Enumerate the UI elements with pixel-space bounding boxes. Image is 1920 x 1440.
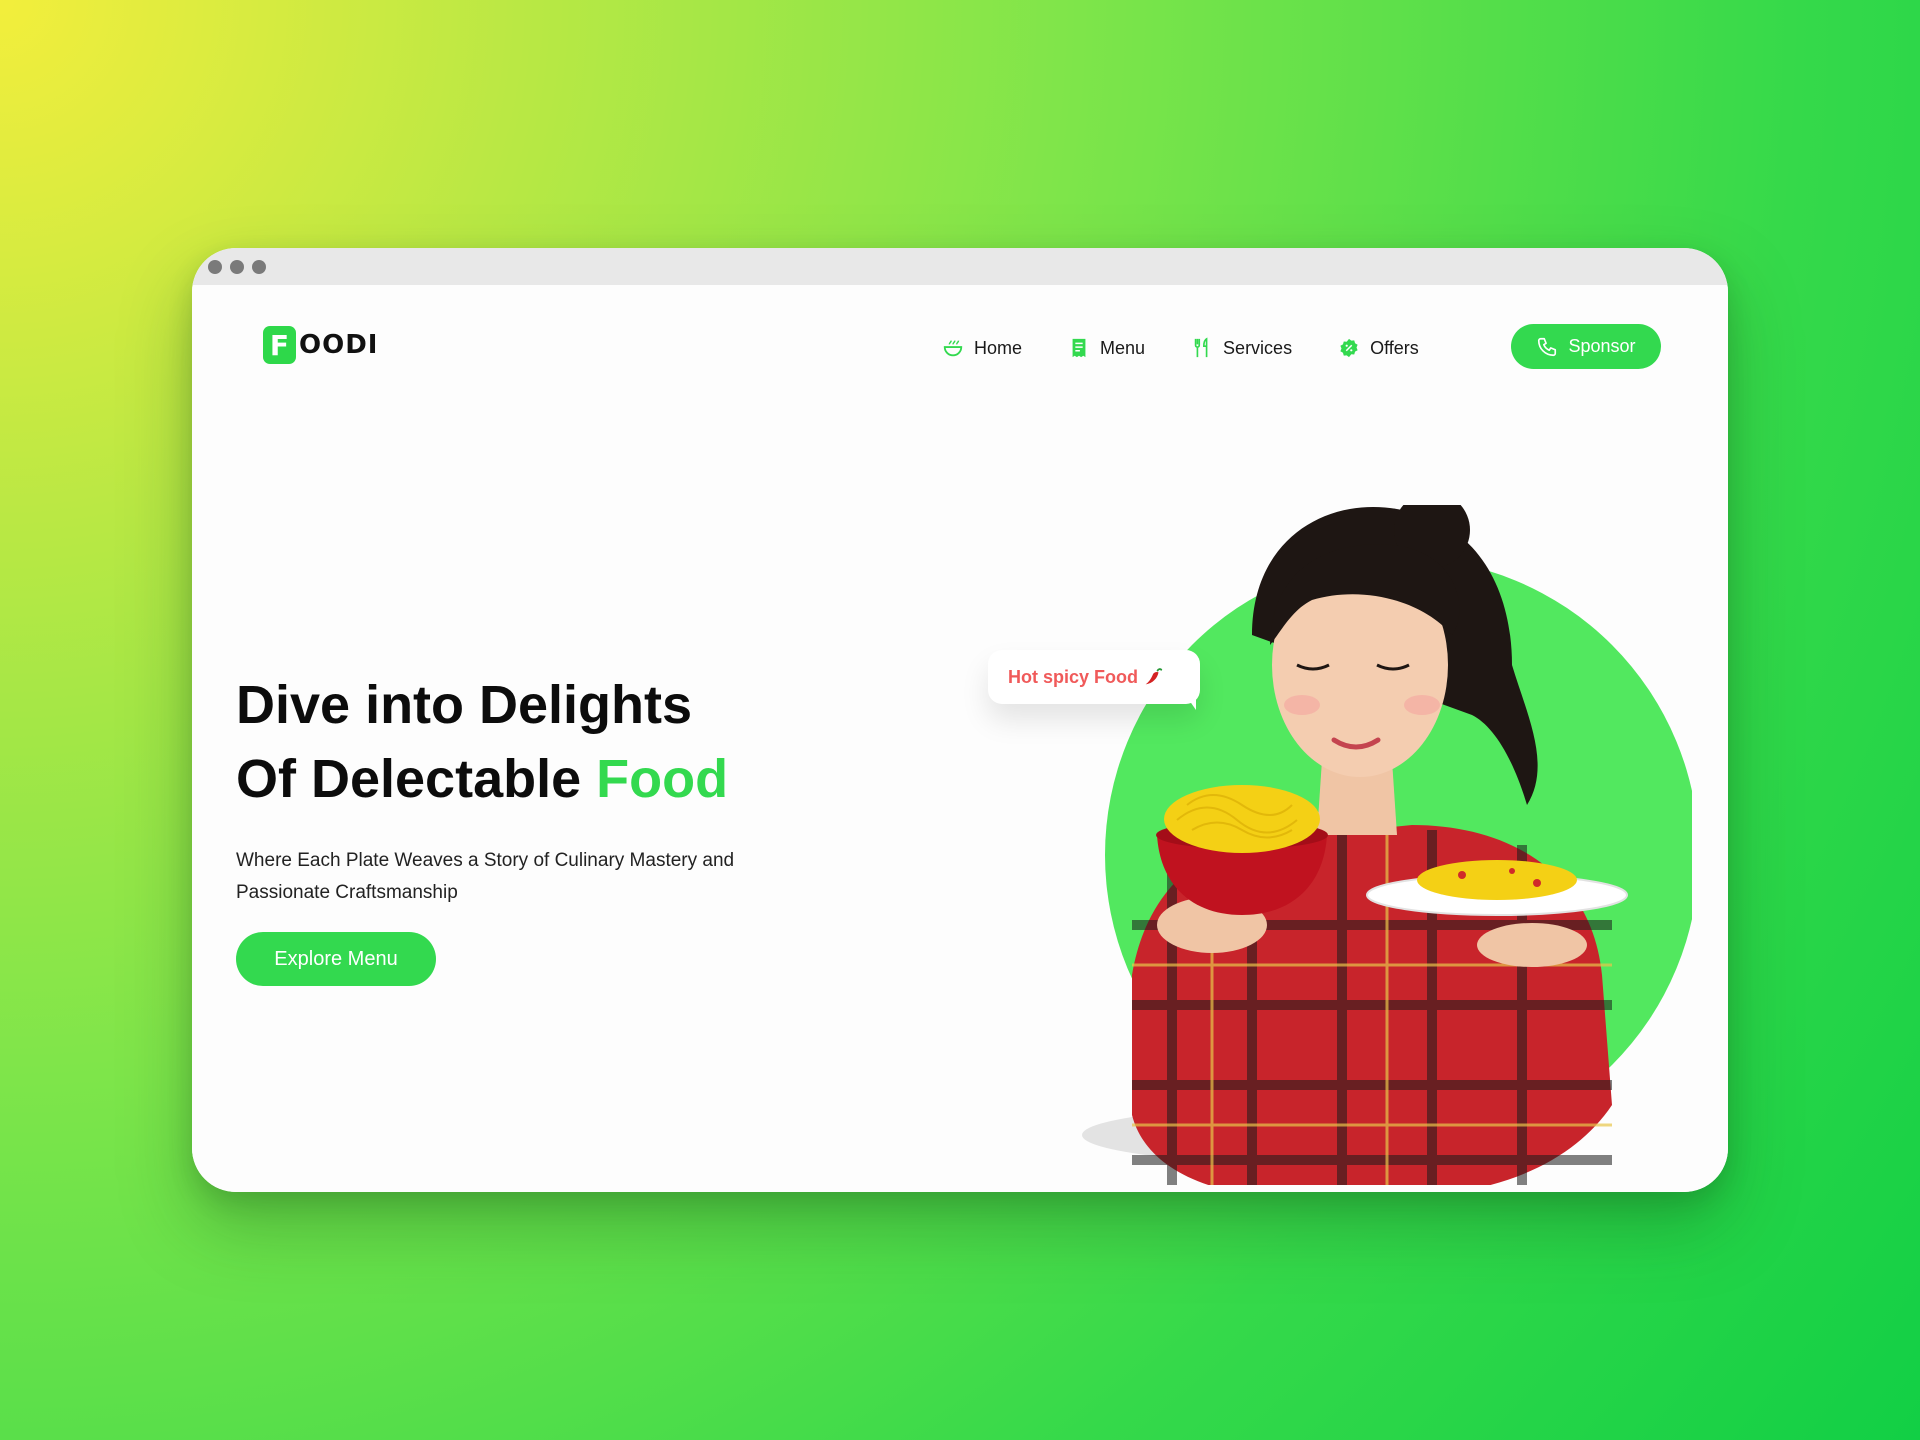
- brand-logo[interactable]: F OODI: [263, 325, 378, 365]
- window-titlebar: [192, 248, 1728, 285]
- plate-noodles: [1417, 860, 1577, 900]
- logo-text: OODI: [299, 330, 379, 360]
- fork-knife-icon: [1194, 337, 1208, 358]
- nav-label-services: Services: [1223, 337, 1293, 358]
- nav-item-home[interactable]: Home: [942, 337, 1022, 359]
- cheek-left: [1284, 695, 1320, 715]
- browser-window: F OODI Home Menu Services Offers Sponsor…: [192, 248, 1728, 1192]
- nav-item-menu[interactable]: Menu: [1068, 337, 1145, 359]
- hero-illustration: [1082, 505, 1692, 1185]
- hot-spicy-tag: Hot spicy Food: [988, 650, 1200, 704]
- hot-spicy-tag-tail: [1182, 690, 1196, 710]
- page-content: F OODI Home Menu Services Offers Sponsor…: [192, 285, 1728, 1192]
- nav-label-home: Home: [974, 337, 1023, 358]
- cheek-right: [1404, 695, 1440, 715]
- receipt-icon: [1072, 338, 1086, 358]
- hand-right: [1477, 923, 1587, 967]
- nav-label-offers: Offers: [1370, 337, 1419, 358]
- phone-icon: [1538, 337, 1557, 356]
- hero-title-line1: Dive into Delights: [236, 675, 693, 735]
- window-minimize-button[interactable]: [230, 260, 244, 274]
- hero-subtitle: Where Each Plate Weaves a Story of Culin…: [236, 850, 735, 903]
- explore-menu-button[interactable]: Explore Menu: [236, 932, 436, 986]
- hero-title-line2: Of Delectable: [236, 749, 597, 809]
- chili-icon: [1145, 668, 1163, 685]
- bowl-noodles: [1164, 785, 1320, 853]
- window-close-button[interactable]: [208, 260, 222, 274]
- nav-label-menu: Menu: [1100, 337, 1146, 358]
- nav-item-services[interactable]: Services: [1191, 337, 1292, 359]
- main-nav: Home Menu Services Offers: [942, 333, 1465, 363]
- discount-badge-icon: [1340, 338, 1358, 358]
- sponsor-label: Sponsor: [1568, 336, 1636, 356]
- nav-item-offers[interactable]: Offers: [1338, 337, 1419, 359]
- sponsor-button[interactable]: Sponsor: [1511, 324, 1661, 369]
- window-maximize-button[interactable]: [252, 260, 266, 274]
- hot-spicy-text: Hot spicy Food: [1008, 666, 1138, 687]
- logo-badge: F: [263, 326, 296, 364]
- hero-title: Dive into Delights Of Delectable Food: [236, 668, 856, 816]
- bowl-icon: [943, 340, 963, 357]
- hero-title-accent: Food: [596, 749, 729, 809]
